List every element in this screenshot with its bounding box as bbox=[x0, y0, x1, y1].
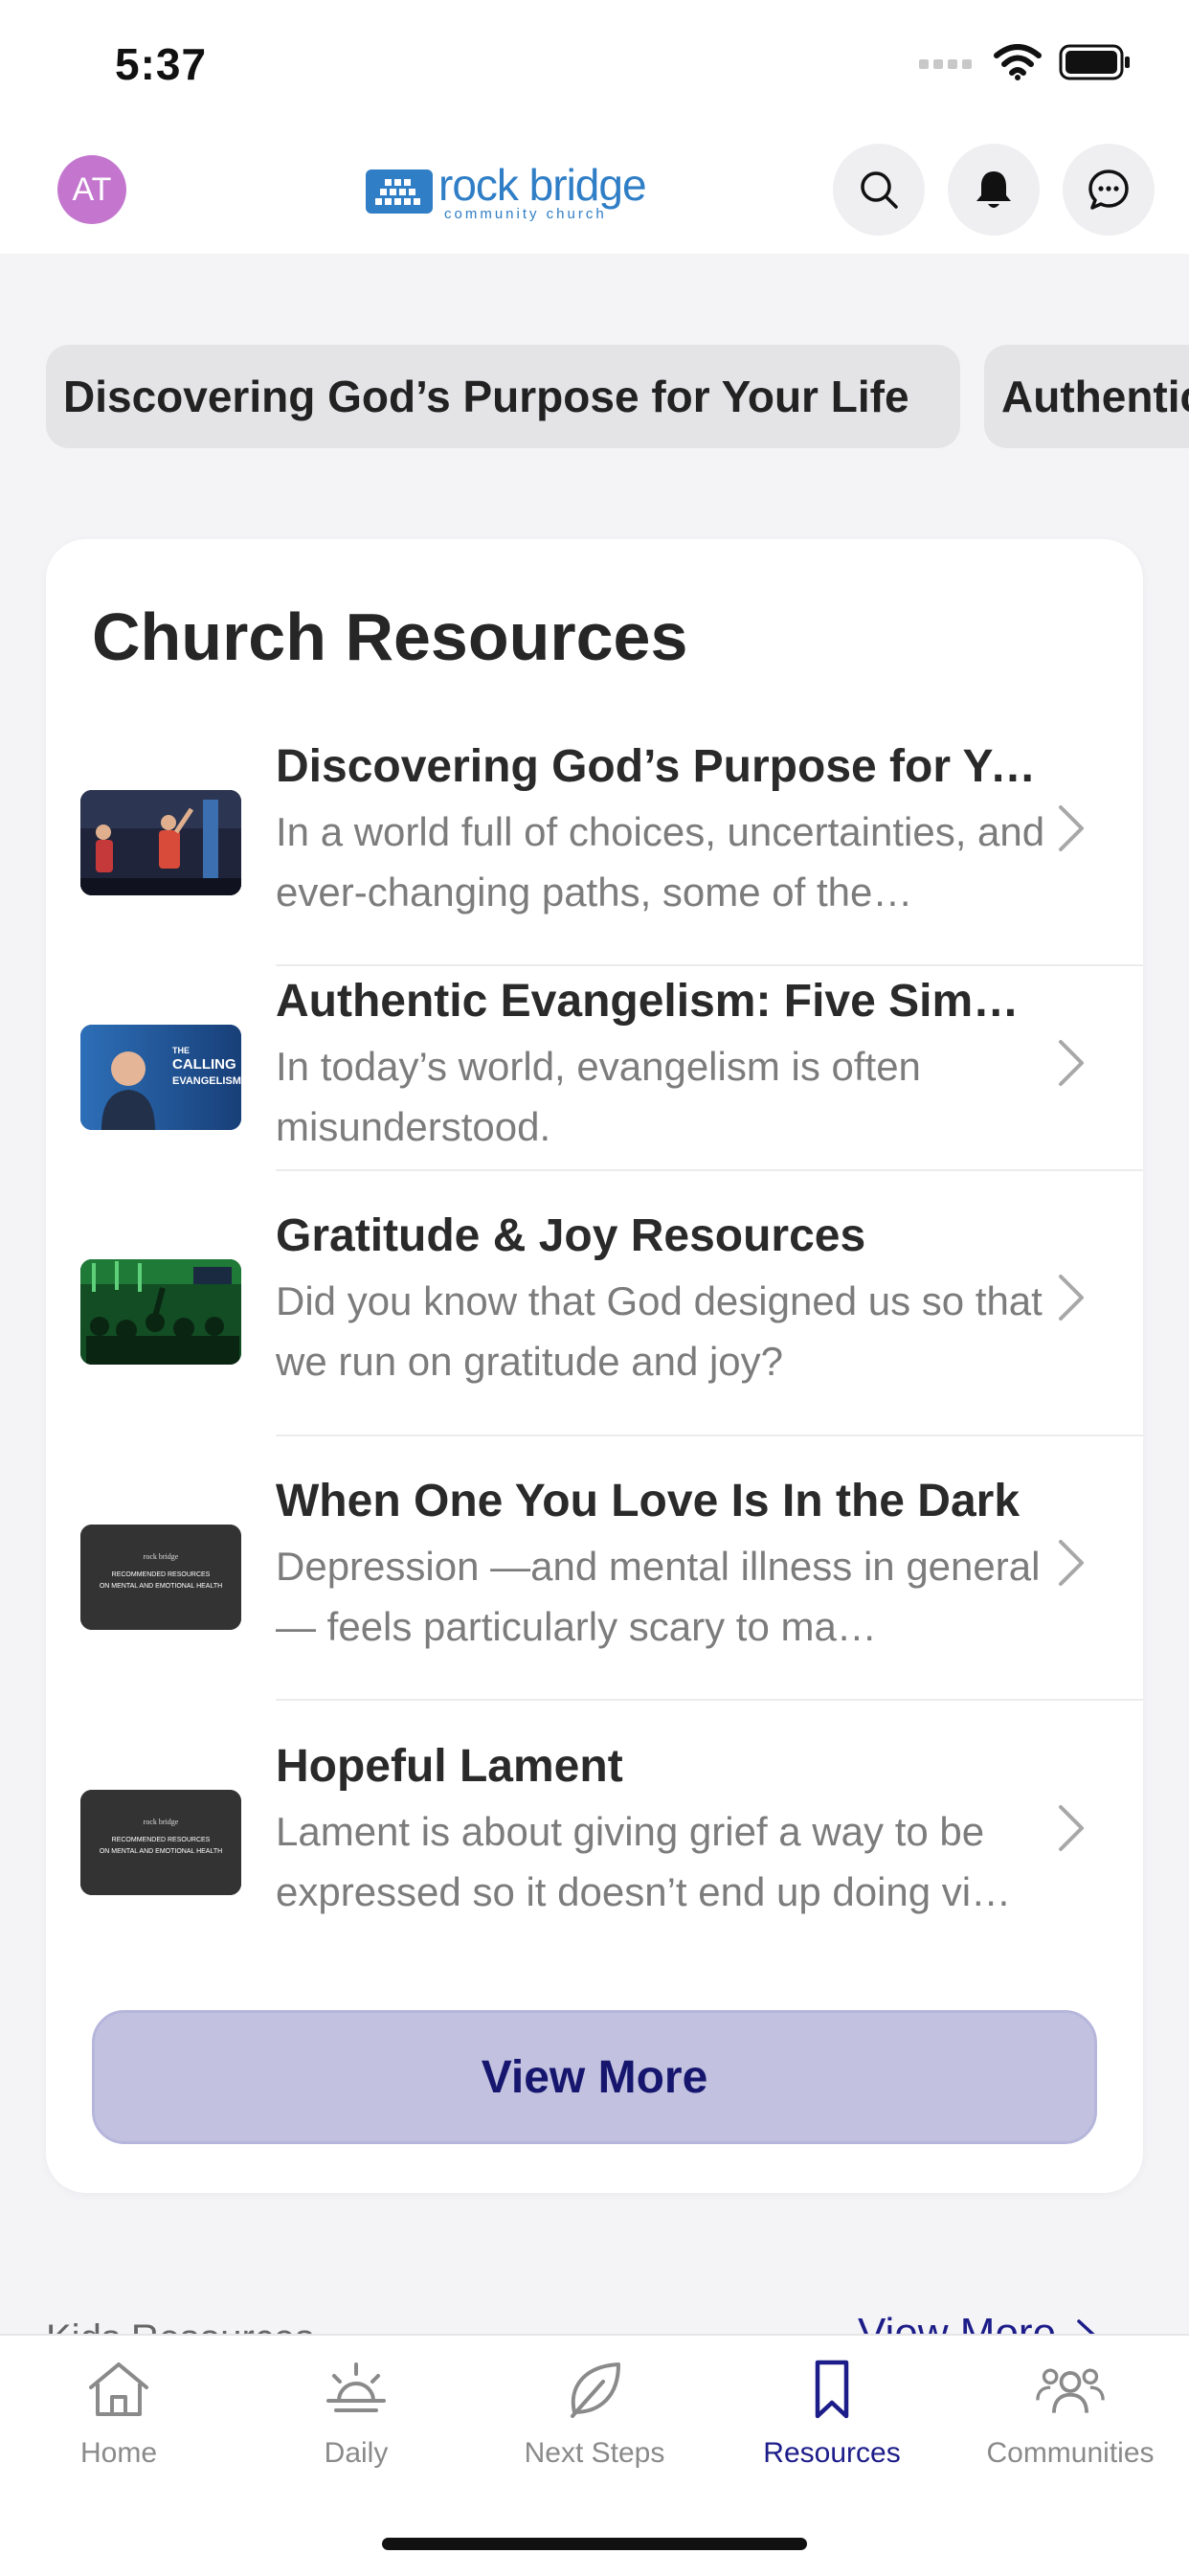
divider bbox=[276, 1435, 1143, 1436]
kids-resources-header: Kids Resources View More bbox=[0, 2279, 1189, 2337]
resource-item[interactable]: rock bridge RECOMMENDED RESOURCES ON MEN… bbox=[46, 1740, 1143, 1970]
status-time: 5:37 bbox=[115, 39, 208, 89]
bookmark-icon bbox=[815, 2360, 849, 2419]
chevron-right-icon bbox=[1059, 805, 1084, 851]
tab-label: Daily bbox=[324, 2437, 389, 2469]
app-header: AT rock bridge community church bbox=[0, 124, 1189, 254]
status-icons bbox=[919, 44, 1132, 80]
thumbnail-text: ON MENTAL AND EMOTIONAL HEALTH bbox=[100, 1848, 222, 1855]
sunrise-icon bbox=[326, 2362, 386, 2412]
logo-sub-text: community church bbox=[444, 205, 607, 222]
notifications-button[interactable] bbox=[948, 144, 1040, 236]
kids-view-more-link[interactable]: View More bbox=[858, 2310, 1096, 2337]
resource-item[interactable]: Gratitude & Joy Resources Did you know t… bbox=[46, 1209, 1143, 1449]
wifi-icon bbox=[994, 44, 1042, 80]
view-more-button[interactable]: View More bbox=[92, 2010, 1097, 2144]
thumbnail-text: rock bridge bbox=[144, 1818, 179, 1826]
tab-label: Resources bbox=[763, 2437, 901, 2469]
status-bar: 5:37 bbox=[0, 0, 1189, 124]
cellular-signal-icon bbox=[919, 59, 972, 69]
resource-description: Lament is about giving grief a way to be… bbox=[276, 1809, 1012, 1914]
resource-title: When One You Love Is In the Dark bbox=[276, 1476, 1021, 1526]
resource-thumbnail: THE CALLING EVANGELISM bbox=[80, 1025, 241, 1130]
leaf-icon bbox=[571, 2362, 620, 2418]
divider bbox=[276, 964, 1143, 966]
thumbnail-text: RECOMMENDED RESOURCES bbox=[112, 1571, 211, 1578]
home-indicator[interactable] bbox=[382, 2538, 807, 2550]
resource-title: Hopeful Lament bbox=[276, 1741, 623, 1792]
divider bbox=[276, 1169, 1143, 1171]
resource-item[interactable]: Discovering God’s Purpose for Your Life … bbox=[46, 740, 1143, 959]
tab-communities[interactable]: Communities bbox=[952, 2355, 1189, 2489]
avatar-initials: AT bbox=[72, 170, 112, 208]
tab-daily[interactable]: Daily bbox=[237, 2355, 475, 2489]
resource-item[interactable]: THE CALLING EVANGELISM Authentic Evangel… bbox=[46, 975, 1143, 1193]
chevron-right-icon bbox=[1059, 1540, 1084, 1586]
chip-item[interactable]: Authentic Evangelism: Five Simple Ways bbox=[984, 345, 1189, 448]
battery-icon bbox=[1059, 44, 1130, 80]
resource-title: Authentic Evangelism: Five Simple Ways bbox=[276, 976, 1042, 1027]
section-title: Church Resources bbox=[92, 599, 688, 674]
thumbnail-text: ON MENTAL AND EMOTIONAL HEALTH bbox=[100, 1583, 222, 1590]
tab-label: Communities bbox=[986, 2437, 1155, 2469]
chevron-right-icon bbox=[1059, 1275, 1084, 1321]
chip-item[interactable]: Discovering God’s Purpose for Your Life bbox=[46, 345, 960, 448]
tab-label: Next Steps bbox=[524, 2437, 665, 2469]
chevron-right-icon bbox=[1059, 1805, 1084, 1851]
logo-mark-icon bbox=[366, 169, 433, 214]
search-icon bbox=[861, 171, 898, 209]
thumbnail-text: rock bridge bbox=[144, 1552, 179, 1561]
thumbnail-text: RECOMMENDED RESOURCES bbox=[112, 1837, 211, 1843]
bell-icon bbox=[976, 171, 1011, 208]
resource-thumbnail bbox=[80, 1259, 241, 1365]
featured-chips: Discovering God’s Purpose for Your Life … bbox=[46, 345, 1189, 448]
tab-resources[interactable]: Resources bbox=[713, 2355, 951, 2489]
search-button[interactable] bbox=[833, 144, 925, 236]
tab-home[interactable]: Home bbox=[0, 2355, 237, 2489]
church-logo: rock bridge community church bbox=[366, 159, 647, 222]
messages-button[interactable] bbox=[1063, 144, 1155, 236]
people-icon bbox=[1036, 2368, 1105, 2413]
thumbnail-text: EVANGELISM bbox=[172, 1075, 241, 1087]
resource-description: Depression —and mental illness in genera… bbox=[276, 1544, 1041, 1649]
tab-label: Home bbox=[79, 2437, 158, 2469]
resource-title: Gratitude & Joy Resources bbox=[276, 1210, 866, 1261]
thumbnail-text: CALLING bbox=[172, 1056, 236, 1073]
resource-title: Discovering God’s Purpose for Your Life bbox=[276, 741, 1042, 792]
resource-description: In a world full of choices, uncertaintie… bbox=[276, 809, 1045, 915]
resource-description: Did you know that God designed us so tha… bbox=[276, 1278, 1043, 1384]
resource-thumbnail bbox=[80, 790, 241, 895]
resource-item[interactable]: rock bridge RECOMMENDED RESOURCES ON MEN… bbox=[46, 1475, 1143, 1714]
divider bbox=[276, 1699, 1143, 1701]
chat-icon bbox=[1088, 169, 1129, 210]
resource-thumbnail: rock bridge RECOMMENDED RESOURCES ON MEN… bbox=[80, 1525, 241, 1630]
avatar[interactable]: AT bbox=[57, 155, 126, 224]
church-resources-card: Church Resources Discovering God’s Purpo… bbox=[46, 539, 1143, 2193]
resource-thumbnail: rock bridge RECOMMENDED RESOURCES ON MEN… bbox=[80, 1790, 241, 1895]
home-icon bbox=[89, 2362, 148, 2416]
view-more-label: View More bbox=[858, 2310, 1057, 2337]
tab-next-steps[interactable]: Next Steps bbox=[476, 2355, 713, 2489]
chevron-right-icon bbox=[1059, 1040, 1084, 1086]
thumbnail-text: THE bbox=[172, 1046, 190, 1055]
logo-main-text: rock bridge bbox=[438, 159, 647, 210]
resource-description: In today’s world, evangelism is often mi… bbox=[276, 1044, 921, 1149]
